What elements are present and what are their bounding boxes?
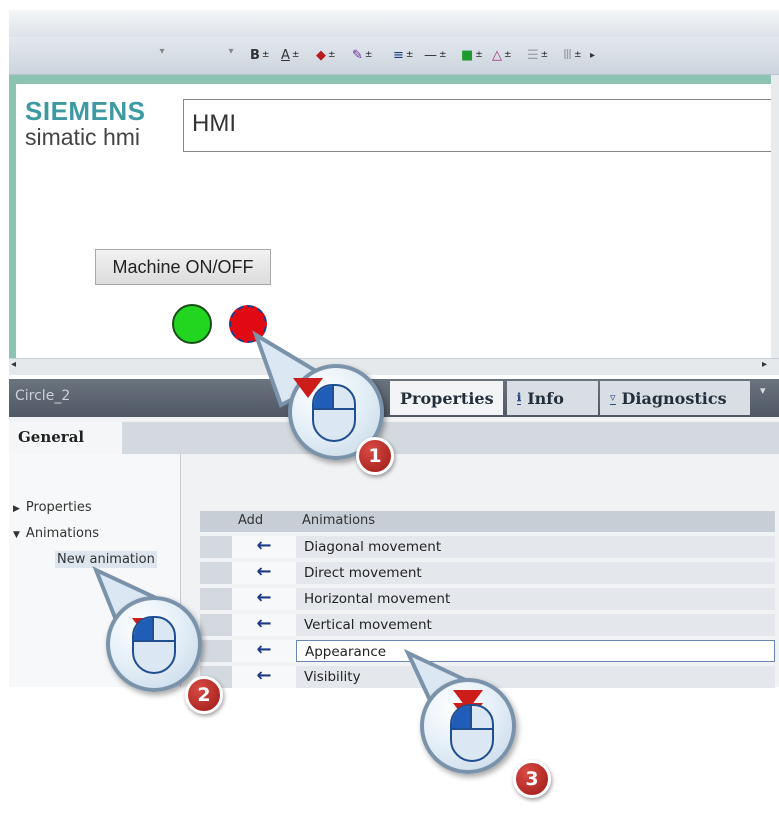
- mouse-icon: [132, 616, 176, 674]
- font-dropdown-arrow[interactable]: ▾: [155, 46, 169, 64]
- animation-name: Visibility: [296, 666, 775, 688]
- columns-button[interactable]: Ⅲ ±: [563, 44, 582, 66]
- table-row[interactable]: ← Vertical movement: [200, 614, 775, 637]
- screenshot-root: ▾ ▾ B ± A ± ◆ ± ✎ ± ≡ ± — ± ■ ± △ ± ☰ ± Ⅲ ± ▸ SIEM…: [0, 0, 779, 814]
- mouse-icon: [312, 384, 356, 442]
- tab-general[interactable]: General: [9, 422, 122, 454]
- callout-3-badge: 3: [513, 760, 551, 798]
- align-button[interactable]: △ ±: [492, 44, 512, 66]
- callout-1-badge: 1: [356, 437, 394, 475]
- tab-properties[interactable]: Properties: [390, 381, 503, 415]
- distribute-button[interactable]: ☰ ±: [527, 44, 548, 66]
- bring-front-button[interactable]: ■ ±: [461, 44, 483, 66]
- add-arrow-icon[interactable]: ←: [232, 666, 296, 688]
- table-row[interactable]: ← Diagonal movement: [200, 536, 775, 559]
- horizontal-scrollbar[interactable]: ◂ ▸: [9, 358, 779, 375]
- animation-name: Diagonal movement: [296, 536, 775, 558]
- add-arrow-icon[interactable]: ←: [232, 614, 296, 636]
- machine-on-off-button[interactable]: Machine ON/OFF: [95, 249, 271, 285]
- diagnostics-icon: ▿: [610, 391, 616, 405]
- animation-name: Horizontal movement: [296, 588, 775, 610]
- add-arrow-icon[interactable]: ←: [232, 536, 296, 558]
- expand-arrow-icon: ▶: [13, 504, 20, 514]
- add-arrow-icon[interactable]: ←: [232, 588, 296, 610]
- toolbar-overflow-icon[interactable]: ▸: [590, 44, 595, 66]
- simatic-hmi-logo: simatic hmi: [25, 124, 141, 150]
- scroll-right-icon[interactable]: ▸: [762, 359, 767, 370]
- mouse-icon: [450, 704, 494, 762]
- callout-2-badge: 2: [185, 676, 223, 714]
- info-icon: ℹ: [517, 391, 522, 405]
- size-dropdown-arrow[interactable]: ▾: [224, 46, 238, 64]
- top-toolbar-area: [9, 10, 779, 37]
- nav-item-animations[interactable]: ▼ Animations: [13, 526, 99, 541]
- fill-color-button[interactable]: ◆ ±: [316, 44, 336, 66]
- green-circle-object[interactable]: [172, 304, 212, 344]
- column-header-gutter: [200, 511, 232, 532]
- nav-item-properties[interactable]: ▶ Properties: [13, 500, 92, 515]
- animation-name: Vertical movement: [296, 614, 775, 636]
- add-arrow-icon[interactable]: ←: [232, 562, 296, 584]
- font-color-button[interactable]: A ±: [281, 44, 299, 66]
- tab-info[interactable]: ℹ Info: [507, 381, 598, 415]
- selected-object-name: Circle_2: [15, 388, 71, 404]
- line-style-button[interactable]: ≡ ±: [393, 44, 413, 66]
- column-header-add[interactable]: Add: [232, 511, 296, 532]
- animation-name: Direct movement: [296, 562, 775, 584]
- table-row[interactable]: ← Horizontal movement: [200, 588, 775, 611]
- inspector-menu-icon[interactable]: ▾: [760, 384, 766, 397]
- vertical-scrollbar[interactable]: [771, 75, 779, 358]
- bold-button[interactable]: B ±: [250, 44, 269, 66]
- table-row[interactable]: ← Direct movement: [200, 562, 775, 585]
- siemens-logo: SIEMENS: [25, 96, 146, 126]
- tab-diagnostics[interactable]: ▿ Diagnostics: [600, 381, 750, 415]
- column-header-animations[interactable]: Animations: [296, 511, 775, 532]
- line-color-button[interactable]: ✎ ±: [352, 44, 372, 66]
- line-width-button[interactable]: — ±: [424, 44, 447, 66]
- collapse-arrow-icon: ▼: [13, 530, 20, 540]
- subtab-strip: [9, 422, 779, 454]
- add-arrow-icon[interactable]: ←: [232, 640, 296, 662]
- scroll-left-icon[interactable]: ◂: [11, 359, 16, 370]
- hmi-title-field[interactable]: HMI: [183, 99, 779, 152]
- animation-name: Appearance: [296, 640, 775, 662]
